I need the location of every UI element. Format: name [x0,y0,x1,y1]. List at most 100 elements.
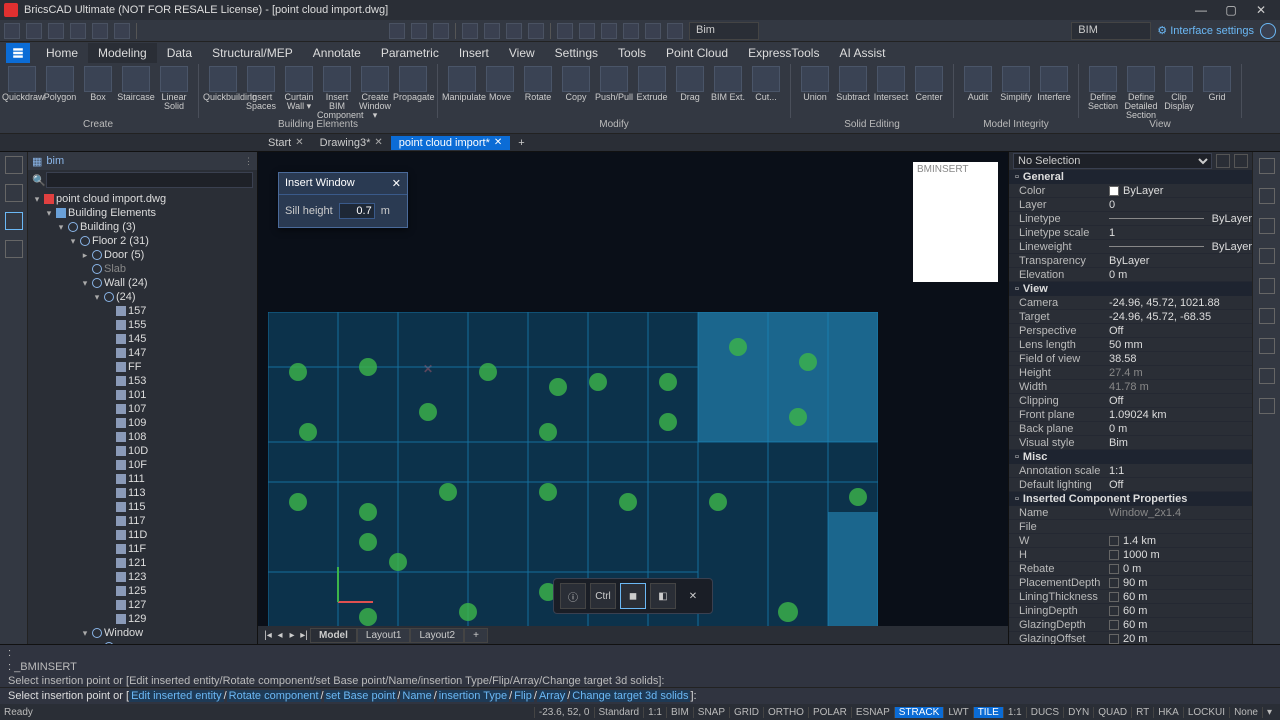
prop-row[interactable]: Camera-24.96, 45.72, 1021.88 [1009,296,1252,310]
prop-row[interactable]: File [1009,520,1252,534]
prop-row[interactable]: LinetypeByLayer [1009,212,1252,226]
ribbon-center-button[interactable]: Center [911,64,947,102]
tree-row[interactable]: 111 [32,472,257,486]
new-tab-button[interactable]: + [510,136,532,150]
selection-combo[interactable]: No Selection [1013,153,1212,169]
prop-row[interactable]: Field of view38.58 [1009,352,1252,366]
lock-icon[interactable] [1109,550,1119,560]
ribbon-subtract-button[interactable]: Subtract [835,64,871,102]
lock-icon[interactable] [1109,592,1119,602]
status-tile[interactable]: TILE [973,707,1003,718]
ribbon-extrude-button[interactable]: Extrude [634,64,670,102]
prop-row[interactable]: ColorByLayer [1009,184,1252,198]
help-icon[interactable] [1260,23,1276,39]
ribbon-cut-button[interactable]: Cut... [748,64,784,102]
ribbon-box-button[interactable]: Box [80,64,116,102]
prop-section[interactable]: ▫View [1009,282,1252,296]
tree-row[interactable]: ▾ (24) [32,290,257,304]
status-lockui[interactable]: LOCKUI [1183,707,1229,718]
menu-tools[interactable]: Tools [608,43,656,63]
ribbon-staircase-button[interactable]: Staircase [118,64,154,102]
tree-row[interactable]: 157 [32,304,257,318]
qat-tool-icon[interactable] [645,23,661,39]
prop-row[interactable]: Default lightingOff [1009,478,1252,492]
tree-row[interactable]: 108 [32,430,257,444]
command-line[interactable]: : : _BMINSERT Select insertion point or … [0,644,1280,704]
ctrl-button[interactable]: Ctrl [590,583,616,609]
prop-row[interactable]: NameWindow_2x1.4 [1009,506,1252,520]
status-dyn[interactable]: DYN [1063,707,1093,718]
minimize-button[interactable]: — [1186,1,1216,19]
tree-row[interactable]: 125 [32,584,257,598]
prop-row[interactable]: Front plane1.09024 km [1009,408,1252,422]
info-button[interactable]: ⓘ [560,583,586,609]
tree-row[interactable]: 11D [32,528,257,542]
app-menu-button[interactable] [6,43,30,63]
prop-row[interactable]: W1.4 km [1009,534,1252,548]
qat-tool-icon[interactable] [506,23,522,39]
ribbon-rotate-button[interactable]: Rotate [520,64,556,102]
prop-row[interactable]: Annotation scale1:1 [1009,464,1252,478]
menu-modeling[interactable]: Modeling [88,43,157,63]
status-bim[interactable]: BIM [666,707,693,718]
layout-first-button[interactable]: |◂ [262,630,274,641]
prop-row[interactable]: GlazingDepth60 m [1009,618,1252,632]
ribbon-simplify-button[interactable]: Simplify [998,64,1034,102]
tool-icon[interactable] [1259,368,1275,384]
ribbon-propagate-button[interactable]: Propagate [395,64,431,102]
layout-prev-button[interactable]: ◂ [274,630,286,641]
ribbon-interfere-button[interactable]: Interfere [1036,64,1072,102]
interface-settings-link[interactable]: ⚙ Interface settings [1157,24,1254,37]
annotation-icon[interactable] [1259,308,1275,324]
properties-body[interactable]: ▫GeneralColorByLayerLayer0LinetypeByLaye… [1009,170,1252,644]
menu-home[interactable]: Home [36,43,88,63]
ribbon-drag-button[interactable]: Drag [672,64,708,102]
layout-tab[interactable]: Model [310,628,357,643]
ribbon-definedetailedsection-button[interactable]: Define Detailed Section [1123,64,1159,120]
qat-tool-icon[interactable] [623,23,639,39]
ribbon-insertbimcomponent-button[interactable]: Insert BIM Component [319,64,355,120]
prop-row[interactable]: LiningDepth60 m [1009,604,1252,618]
prop-row[interactable]: Rebate0 m [1009,562,1252,576]
menu-pointcloud[interactable]: Point Cloud [656,43,738,63]
status-ducs[interactable]: DUCS [1026,707,1063,718]
prop-row[interactable]: Layer0 [1009,198,1252,212]
open-icon[interactable] [26,23,42,39]
tree-row[interactable]: 113 [32,486,257,500]
visual-style-icon[interactable] [1259,248,1275,264]
tree-row[interactable]: ▾Wall (24) [32,276,257,290]
tree-row[interactable]: 107 [32,402,257,416]
ribbon-manipulate-button[interactable]: Manipulate [444,64,480,102]
layout-tab[interactable]: Layout1 [357,628,411,643]
lock-icon[interactable] [1109,606,1119,616]
tree-row[interactable]: 129 [32,612,257,626]
dialog-title-bar[interactable]: Insert Window ✕ [279,173,407,195]
lock-icon[interactable] [1109,536,1119,546]
tree-row[interactable]: 147 [32,346,257,360]
tree-row[interactable]: ▾Building (3) [32,220,257,234]
command-prompt[interactable]: Select insertion point or [Edit inserted… [0,687,1280,704]
ribbon-union-button[interactable]: Union [797,64,833,102]
prop-row[interactable]: Elevation0 m [1009,268,1252,282]
close-floater-button[interactable]: ✕ [680,583,706,609]
ribbon-move-button[interactable]: Move [482,64,518,102]
status-combo[interactable]: None [1229,707,1262,718]
doc-tab[interactable]: Drawing3*✕ [312,136,391,150]
status-hka[interactable]: HKA [1153,707,1183,718]
prop-row[interactable]: Visual styleBim [1009,436,1252,450]
save-icon[interactable] [48,23,64,39]
tree-row[interactable]: 123 [32,570,257,584]
tree-row[interactable]: ▾Window [32,626,257,640]
prop-row[interactable]: LiningThickness60 m [1009,590,1252,604]
structure-tree[interactable]: ▾point cloud import.dwg▾Building Element… [28,190,257,644]
add-layout-button[interactable]: + [464,628,488,643]
layout-last-button[interactable]: ▸| [298,630,310,641]
prop-row[interactable]: PerspectiveOff [1009,324,1252,338]
tree-row[interactable]: ▸Door (5) [32,248,257,262]
tree-row[interactable]: 145 [32,332,257,346]
placement-mode-2-button[interactable]: ◧ [650,583,676,609]
status-lwt[interactable]: LWT [943,707,972,718]
status-grid[interactable]: GRID [729,707,763,718]
tree-row[interactable]: ▾Floor 2 (31) [32,234,257,248]
qat-tool-icon[interactable] [557,23,573,39]
